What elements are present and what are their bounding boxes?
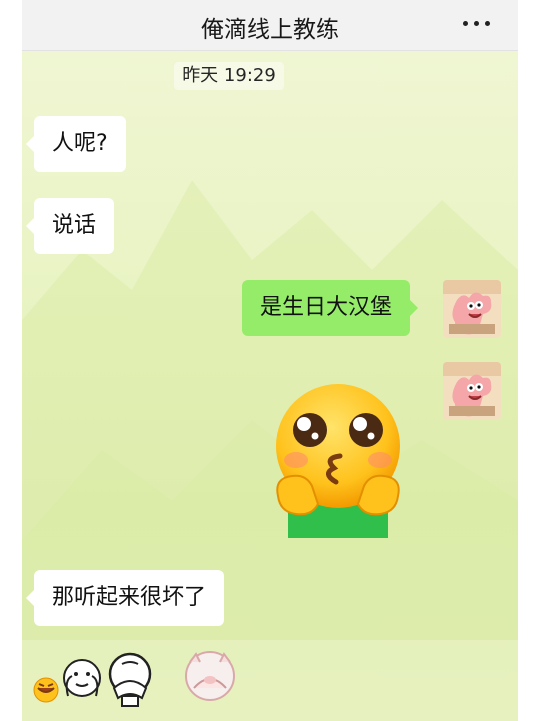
more-dots-icon[interactable] <box>462 12 492 36</box>
message-bubble-received[interactable]: 人呢? <box>26 116 126 172</box>
message-bubble-sent[interactable]: 是生日大汉堡 <box>242 280 419 336</box>
pig-facepalm-icon[interactable] <box>185 651 235 701</box>
stickman-facepalm-icon[interactable] <box>108 652 152 707</box>
chat-header: 俺滴线上教练 <box>22 0 518 51</box>
stickman-hands-face-icon[interactable] <box>63 659 101 697</box>
message-text: 那听起来很坏了 <box>52 585 207 610</box>
message-bubble-received[interactable]: 那听起来很坏了 <box>26 570 225 626</box>
message-timestamp: 昨天 19:29 <box>174 62 284 90</box>
right-margin <box>518 0 540 721</box>
chat-screen: 俺滴线上教练 昨天 19:29 人呢? 说话 是生日大汉堡 那听起来很坏了 <box>0 0 540 721</box>
left-margin <box>0 0 22 721</box>
message-bubble-received[interactable]: 说话 <box>26 198 115 254</box>
laughing-face-icon[interactable] <box>33 677 59 703</box>
message-text: 是生日大汉堡 <box>260 295 393 320</box>
reaction-icons-row <box>33 651 235 707</box>
chat-title: 俺滴线上教练 <box>201 17 339 43</box>
user-avatar[interactable] <box>443 362 501 420</box>
message-text: 说话 <box>52 213 97 238</box>
message-text: 人呢? <box>52 131 108 156</box>
user-avatar[interactable] <box>443 280 501 338</box>
kissing-face-sticker[interactable] <box>268 378 408 538</box>
